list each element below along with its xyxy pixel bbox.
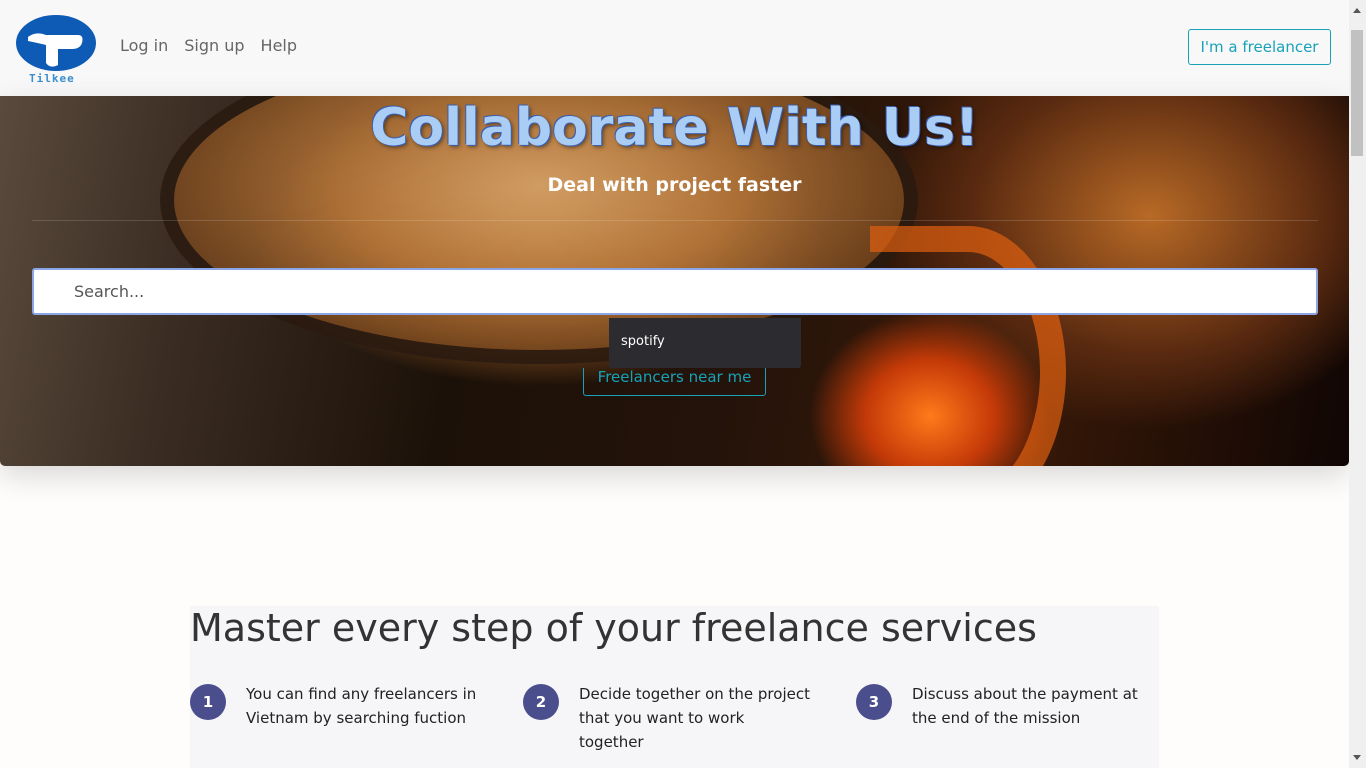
step-number-badge: 2 <box>523 684 559 720</box>
hero-divider <box>32 220 1318 221</box>
cup-handle-image <box>870 226 1066 466</box>
step-text: Discuss about the payment at the end of … <box>912 685 1138 727</box>
step-number-badge: 3 <box>856 684 892 720</box>
nav-links: Log in Sign up Help <box>120 36 297 55</box>
freelancers-near-me-label: Freelancers near me <box>597 368 752 386</box>
suggestion-item[interactable]: spotify <box>621 334 665 349</box>
steps-section: Master every step of your freelance serv… <box>190 606 1159 768</box>
steps-title: Master every step of your freelance serv… <box>190 606 1037 650</box>
search-suggestions-dropdown: spotify <box>609 318 801 368</box>
top-navbar: Tilkee Log in Sign up Help I'm a freelan… <box>0 0 1349 96</box>
hero-banner: Collaborate With Us! Deal with project f… <box>0 96 1349 466</box>
scroll-up-arrow-icon[interactable] <box>1353 8 1361 13</box>
step-number-badge: 1 <box>190 684 226 720</box>
hero-title: Collaborate With Us! <box>370 98 979 158</box>
step-text: Decide together on the project that you … <box>579 685 810 751</box>
freelancer-button[interactable]: I'm a freelancer <box>1188 29 1331 65</box>
brand-name: Tilkee <box>29 72 75 85</box>
hero-subtitle: Deal with project faster <box>547 174 802 196</box>
scrollbar-thumb[interactable] <box>1351 30 1363 156</box>
help-link[interactable]: Help <box>261 36 297 55</box>
signup-link[interactable]: Sign up <box>184 36 244 55</box>
search-input[interactable] <box>32 268 1318 315</box>
vertical-scrollbar[interactable] <box>1349 0 1366 768</box>
scroll-down-arrow-icon[interactable] <box>1353 755 1361 760</box>
step-text: You can find any freelancers in Vietnam … <box>246 685 477 727</box>
login-link[interactable]: Log in <box>120 36 168 55</box>
